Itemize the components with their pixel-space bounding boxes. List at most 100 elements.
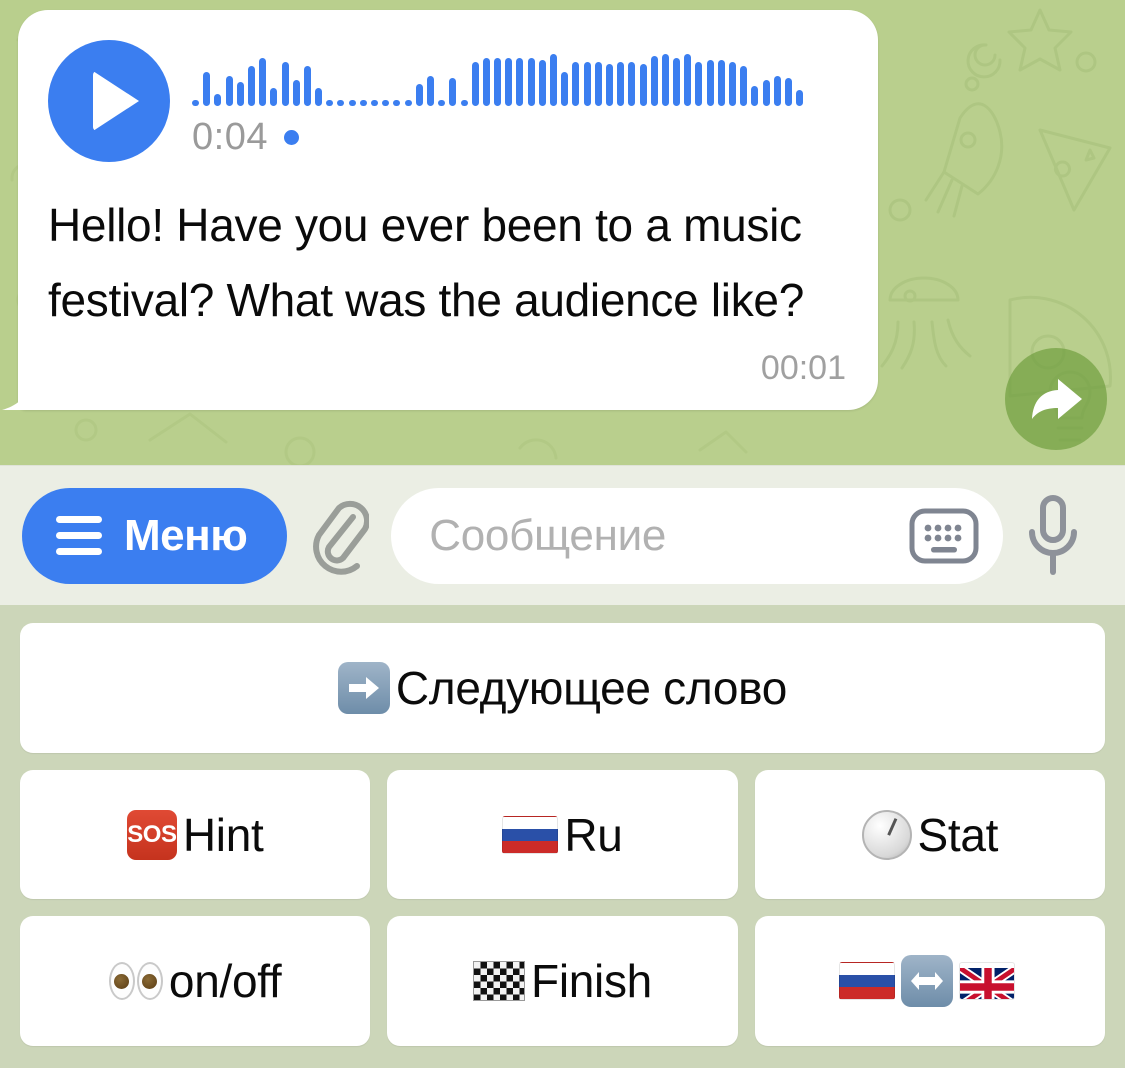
voice-meta: 0:04 [192,116,848,159]
message-transcript-text: Hello! Have you ever been to a music fes… [48,199,804,326]
waveform-bar [605,64,613,106]
waveform-bar [717,60,725,106]
reply-button-finish[interactable]: Finish [387,916,738,1047]
message-input-placeholder: Сообщение [429,510,667,560]
clock-emoji [861,809,912,860]
hamburger-icon [56,516,102,555]
waveform-bar [706,60,714,106]
waveform-bar [729,62,736,106]
voice-waveform[interactable] [192,54,848,106]
waveform-bar [673,58,681,106]
waveform-bar [751,86,759,106]
waveform-bar [628,62,636,106]
reply-keyboard-row: on/off Finish [20,916,1105,1047]
waveform-bar [292,80,300,106]
waveform-bar [303,66,311,106]
waveform-bar [214,94,222,106]
waveform-bar [527,58,535,106]
reply-button-label: Hint [182,808,264,861]
waveform-bar [393,100,401,106]
waveform-bar [270,88,278,106]
waveform-bar [494,58,502,106]
eyes-emoji [108,962,163,1001]
waveform-bar [192,100,199,106]
waveform-bar [550,54,557,106]
flag-gb-emoji [958,962,1015,1001]
arrow-right-emoji [337,661,390,714]
reply-button-label: Stat [917,808,999,861]
chequered-flag-emoji [473,961,526,1002]
waveform-bar [203,72,211,106]
menu-button-label: Меню [124,510,248,560]
voice-message-player: 0:04 [48,36,848,162]
reply-button-stat[interactable]: Stat [754,769,1105,900]
waveform-bar [684,54,692,106]
reply-button-label: Ru [564,808,623,861]
attach-button[interactable] [291,497,387,575]
waveform-bar [538,60,546,106]
waveform-bar [695,62,703,106]
waveform-bar [359,100,367,106]
play-button[interactable] [48,40,170,162]
forward-arrow-icon [1032,379,1082,419]
waveform-bar [460,100,468,106]
waveform-bar [650,56,658,106]
menu-button[interactable]: Меню [22,487,288,584]
waveform-bar [773,76,781,106]
waveform-bar [315,88,323,106]
reply-button-label: on/off [168,955,282,1008]
reply-button-on-off[interactable]: on/off [20,916,371,1047]
waveform-bar [382,100,390,106]
voice-record-button[interactable] [1003,492,1103,580]
unread-dot [283,130,299,145]
reply-keyboard-row: SOS Hint Ru Stat [20,769,1105,900]
reply-keyboard-row: Следующее слово [20,623,1105,753]
waveform-bar [561,72,569,106]
telegram-chat-screen: 0:04 Hello! Have you ever been to a musi… [0,0,1125,1068]
message-bubble-wrapper: 0:04 Hello! Have you ever been to a musi… [2,10,878,410]
waveform-bar [225,76,233,106]
waveform-bar [281,62,289,106]
waveform-bar [326,100,334,106]
waveform-bar [572,62,580,106]
reply-button-next-word[interactable]: Следующее слово [20,623,1105,753]
bubble-tail [2,384,32,410]
waveform-bar [740,66,748,106]
flag-ru-emoji [838,962,895,1001]
incoming-message-bubble[interactable]: 0:04 Hello! Have you ever been to a musi… [2,10,878,410]
waveform-bar [471,62,479,106]
waveform-bar [617,62,625,106]
reply-button-ru[interactable]: Ru [387,769,738,900]
waveform-bar [247,66,255,106]
waveform-bar [594,62,602,106]
message-timestamp: 00:01 [760,349,846,387]
voice-duration: 0:04 [192,116,268,158]
waveform-bar [505,58,513,106]
waveform-bar [438,100,446,106]
keyboard-icon [909,508,979,563]
play-icon [93,71,139,131]
keyboard-toggle-button[interactable] [909,508,979,564]
waveform-bar [784,78,792,106]
waveform-bar [482,58,490,106]
paperclip-icon [313,500,370,575]
flag-ru-emoji [502,815,559,854]
waveform-bar [404,100,412,106]
forward-button[interactable] [1005,348,1107,450]
chat-message-area: 0:04 Hello! Have you ever been to a musi… [0,0,1125,465]
waveform-bar [371,100,378,106]
waveform-bar [583,62,591,106]
waveform-bar [639,64,647,106]
arrows-left-right-emoji [900,955,953,1008]
waveform-bar [516,58,524,106]
message-input-field[interactable]: Сообщение [391,487,1003,584]
waveform-bar [762,80,770,106]
waveform-bar [661,54,669,106]
reply-button-lang-swap[interactable] [754,916,1105,1047]
waveform-bar [236,82,244,106]
microphone-icon [1029,494,1077,575]
reply-button-hint[interactable]: SOS Hint [20,769,371,900]
message-input-bar: Меню Сообщение [0,465,1125,605]
waveform-bar [796,90,804,106]
waveform-bar [415,84,423,106]
